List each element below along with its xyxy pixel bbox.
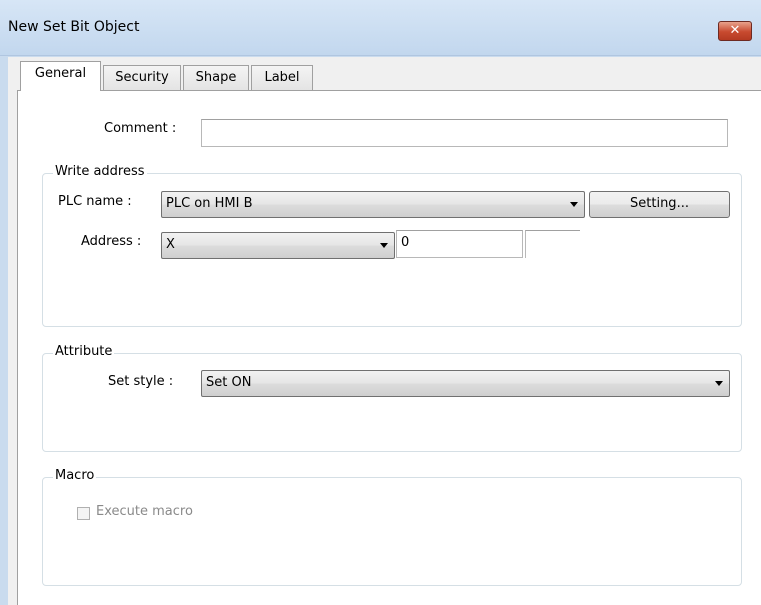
chevron-down-icon [570, 202, 578, 207]
address-input[interactable]: 0 [396, 230, 523, 258]
tab-general[interactable]: General [20, 61, 101, 91]
chevron-down-icon [380, 243, 388, 248]
set-style-value: Set ON [206, 375, 252, 390]
attribute-group [42, 353, 742, 452]
title-bar: New Set Bit Object ✕ [0, 0, 761, 56]
plc-name-label: PLC name : [58, 194, 132, 209]
tab-panel-general: Comment : Write address PLC name : PLC o… [17, 90, 761, 605]
plc-name-select[interactable]: PLC on HMI B [161, 191, 585, 218]
dialog-window: New Set Bit Object ✕ General Security Sh… [0, 0, 761, 605]
tab-label[interactable]: Label [251, 65, 313, 91]
execute-macro-label: Execute macro [96, 504, 193, 519]
set-style-select[interactable]: Set ON [201, 370, 730, 397]
tab-security-label: Security [115, 70, 169, 85]
execute-macro-checkbox[interactable] [77, 507, 90, 520]
attribute-title: Attribute [53, 344, 115, 360]
tab-security[interactable]: Security [103, 65, 181, 91]
tab-general-label: General [34, 66, 87, 81]
chevron-down-icon [715, 381, 723, 386]
address-extra-field[interactable] [525, 230, 580, 258]
address-type-select[interactable]: X [161, 232, 395, 259]
tab-shape[interactable]: Shape [183, 65, 249, 91]
setting-button[interactable]: Setting... [589, 191, 730, 218]
macro-group [42, 477, 742, 586]
tab-shape-label: Shape [195, 70, 237, 85]
tab-label-label: Label [264, 70, 300, 85]
write-address-title: Write address [53, 164, 147, 180]
plc-name-value: PLC on HMI B [166, 196, 253, 211]
close-icon: ✕ [729, 23, 741, 38]
macro-title: Macro [53, 468, 97, 484]
address-label: Address : [81, 234, 142, 249]
set-style-label: Set style : [108, 374, 174, 389]
comment-input[interactable] [201, 119, 728, 147]
window-title: New Set Bit Object [8, 19, 140, 35]
close-button[interactable]: ✕ [718, 21, 752, 41]
comment-label: Comment : [104, 121, 177, 136]
address-type-value: X [166, 237, 175, 252]
